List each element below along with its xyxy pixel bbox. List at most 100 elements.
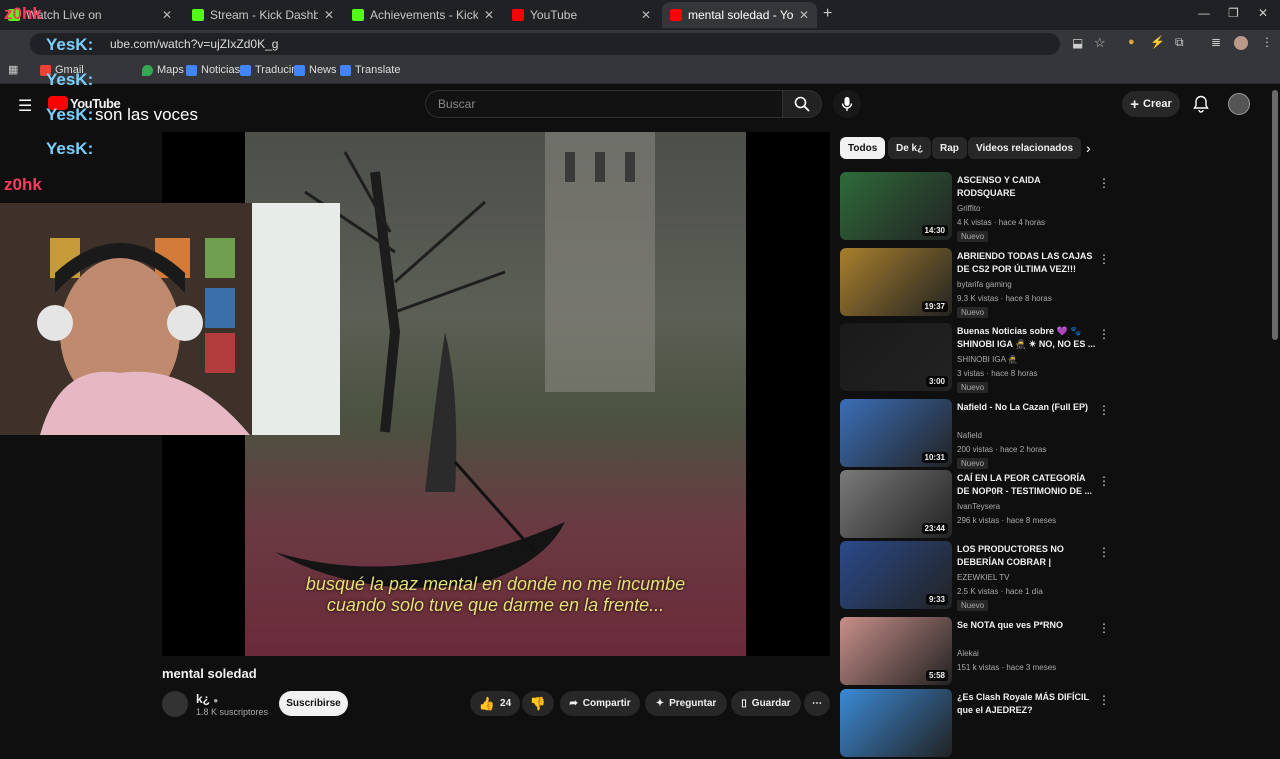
video-thumbnail[interactable]: 19:37 (840, 248, 952, 316)
recommendation-channel[interactable]: bytarifa gaming (957, 280, 1012, 289)
menu-dots-icon[interactable]: ⋮ (1261, 35, 1273, 49)
recommendation-channel[interactable]: Nafield (957, 431, 982, 440)
chip-channel[interactable]: De k¿ (888, 137, 932, 159)
recommendation-item[interactable]: 14:30 ASCENSO Y CAIDA RODSQUARE Griffito 4 … (840, 172, 1115, 242)
new-badge: Nuevo (957, 382, 989, 393)
bookmark-icon: ▯ (741, 698, 747, 709)
save-button[interactable]: ▯ Guardar (731, 691, 801, 716)
close-icon[interactable]: ✕ (324, 8, 334, 22)
recommendation-channel[interactable]: Alekai (957, 649, 979, 658)
close-icon[interactable]: ✕ (162, 8, 172, 22)
share-label: Compartir (582, 698, 631, 709)
recommendation-item[interactable]: 3:00 Buenas Noticias sobre 💜 🐾 SHINOBI IG… (840, 323, 1115, 393)
new-tab-icon[interactable]: + (823, 5, 832, 23)
recommendation-title[interactable]: Nafield - No La Cazan (Full EP) (957, 401, 1097, 414)
recommendation-item[interactable]: 10:31 Nafield - No La Cazan (Full EP) Nafi… (840, 399, 1115, 469)
duration-badge: 10:31 (921, 452, 948, 463)
video-thumbnail[interactable] (840, 689, 952, 757)
more-options-icon[interactable]: ⋮ (1098, 252, 1110, 266)
video-thumbnail[interactable]: 9:33 (840, 541, 952, 609)
dislike-button[interactable]: 👎 (522, 691, 554, 716)
new-badge: Nuevo (957, 231, 989, 242)
search-input[interactable]: Buscar (425, 90, 782, 118)
recommendation-channel[interactable]: IvanTeysera (957, 502, 1000, 511)
duration-badge: 3:00 (925, 376, 948, 387)
notifications-button[interactable] (1190, 93, 1212, 115)
video-thumbnail[interactable]: 3:00 (840, 323, 952, 391)
more-actions-button[interactable]: ⋯ (804, 691, 830, 716)
like-button[interactable]: 👍 24 (470, 691, 520, 716)
search-button[interactable] (782, 90, 822, 118)
browser-tab[interactable]: Stream - Kick Dashboard ✕ (184, 2, 342, 28)
browser-tab-active[interactable]: mental soledad - YouTube ✕ (662, 2, 817, 28)
subtitle-line: cuando solo tuve que darme en la frente.… (326, 595, 665, 615)
close-icon[interactable]: ✕ (484, 8, 494, 22)
video-thumbnail[interactable]: 23:44 (840, 470, 952, 538)
create-button[interactable]: + Crear (1122, 91, 1180, 117)
window-close-icon[interactable]: ✕ (1258, 6, 1268, 20)
bookmark-label: Translate (355, 64, 401, 76)
share-button[interactable]: ➦ Compartir (560, 691, 640, 716)
recommendation-item[interactable]: 19:37 ABRIENDO TODAS LAS CAJAS DE CS2 POR… (840, 248, 1115, 318)
chevron-right-icon[interactable]: › (1086, 140, 1091, 156)
recommendation-title[interactable]: CAÍ EN LA PEOR CATEGORÍA DE NOP0R - TEST… (957, 472, 1097, 498)
ask-button[interactable]: ✦ Preguntar (645, 691, 727, 716)
recommendation-item[interactable]: 23:44 CAÍ EN LA PEOR CATEGORÍA DE NOP0R -… (840, 470, 1115, 540)
maximize-icon[interactable]: ❐ (1228, 6, 1239, 20)
video-subtitle: busqué la paz mental en donde no me incu… (245, 574, 746, 616)
bookmark-translate[interactable]: Translate (340, 64, 400, 76)
chip-rap[interactable]: Rap (932, 137, 967, 159)
channel-avatar[interactable] (162, 691, 188, 717)
recommendation-channel[interactable]: SHINOBI IGA 🥷 (957, 355, 1018, 364)
recommendation-title[interactable]: ¿Es Clash Royale MÁS DIFÍCIL que el AJED… (957, 691, 1097, 717)
chat-username: z0hk (4, 4, 42, 23)
more-options-icon[interactable]: ⋮ (1098, 327, 1110, 341)
scrollbar[interactable] (1272, 90, 1278, 340)
voice-search-button[interactable] (833, 90, 861, 118)
channel-name[interactable]: k¿ ● (196, 692, 218, 706)
more-options-icon[interactable]: ⋮ (1098, 474, 1110, 488)
extension-icon[interactable]: ● (1128, 36, 1135, 48)
recommendation-title[interactable]: Se NOTA que ves P*RNO (957, 619, 1097, 632)
more-options-icon[interactable]: ⋮ (1098, 621, 1110, 635)
chat-username: z0hk (4, 175, 42, 194)
extensions-puzzle-icon[interactable]: ⧉ (1175, 35, 1184, 50)
subscribe-button[interactable]: Suscribirse (279, 691, 348, 716)
recommendation-channel[interactable]: EZEWKIEL TV (957, 573, 1009, 582)
tab-label: YouTube (530, 8, 578, 22)
recommendation-item[interactable]: 9:33 LOS PRODUCTORES NO DEBERÍAN COBRAR |… (840, 541, 1115, 611)
recommendation-channel[interactable]: Griffito (957, 204, 980, 213)
media-icon[interactable]: ≣ (1211, 35, 1221, 49)
browser-tab-bar: Watch Live on ✕ Stream - Kick Dashboard … (0, 0, 1280, 30)
chip-todos[interactable]: Todos (840, 137, 886, 159)
recommendation-title[interactable]: ASCENSO Y CAIDA RODSQUARE (957, 174, 1097, 200)
recommendation-item[interactable]: ¿Es Clash Royale MÁS DIFÍCIL que el AJED… (840, 689, 1115, 759)
recommendation-title[interactable]: ABRIENDO TODAS LAS CAJAS DE CS2 POR ÚLTI… (957, 250, 1097, 276)
bookmark-star-icon[interactable]: ☆ (1094, 35, 1106, 51)
close-icon[interactable]: ✕ (641, 8, 651, 22)
install-icon[interactable]: ⬓ (1072, 36, 1083, 50)
more-options-icon[interactable]: ⋮ (1098, 176, 1110, 190)
chip-related[interactable]: Videos relacionados (968, 137, 1082, 159)
recommendation-views: 3 vistas · hace 8 horas (957, 369, 1038, 378)
browser-tab[interactable]: Achievements - Kick Dashboard ✕ (344, 2, 502, 28)
extension-icon[interactable]: ⚡ (1150, 35, 1165, 49)
video-thumbnail[interactable]: 10:31 (840, 399, 952, 467)
account-avatar[interactable] (1228, 93, 1250, 115)
video-thumbnail[interactable]: 5:58 (840, 617, 952, 685)
recommendation-item[interactable]: 5:58 Se NOTA que ves P*RNO Alekai 151 k vis… (840, 617, 1115, 687)
close-icon[interactable]: ✕ (799, 8, 809, 22)
recommendation-title[interactable]: Buenas Noticias sobre 💜 🐾 SHINOBI IGA 🥷 … (957, 325, 1097, 351)
kick-icon (192, 9, 204, 21)
browser-tab[interactable]: YouTube ✕ (504, 2, 659, 28)
video-thumbnail[interactable]: 14:30 (840, 172, 952, 240)
recommendation-title[interactable]: LOS PRODUCTORES NO DEBERÍAN COBRAR | EZE… (957, 543, 1097, 570)
more-options-icon[interactable]: ⋮ (1098, 693, 1110, 707)
thumbs-up-icon: 👍 (478, 695, 496, 711)
chat-username: YesK: (46, 35, 94, 54)
duration-badge: 9:33 (925, 594, 948, 605)
profile-icon[interactable] (1234, 36, 1248, 50)
more-options-icon[interactable]: ⋮ (1098, 545, 1110, 559)
minimize-icon[interactable]: — (1198, 6, 1210, 20)
more-options-icon[interactable]: ⋮ (1098, 403, 1110, 417)
